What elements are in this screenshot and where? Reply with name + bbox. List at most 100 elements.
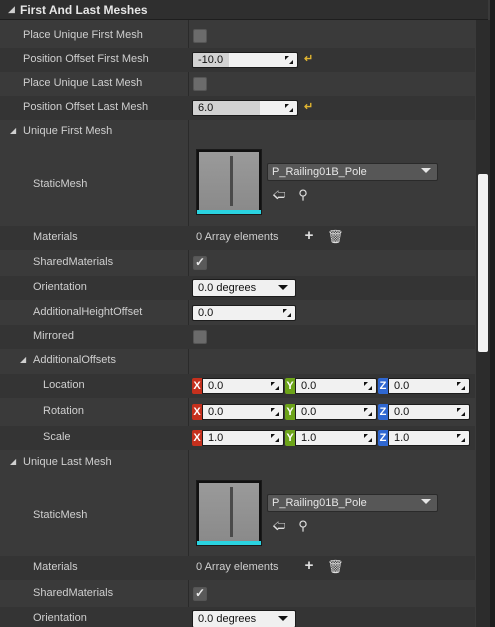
group-label: Unique Last Mesh (23, 456, 112, 468)
drag-handle-icon[interactable] (282, 308, 292, 318)
asset-type-underline (197, 541, 261, 545)
field-value: 1.0 (394, 432, 410, 444)
location-y-field[interactable]: 0.0 (295, 378, 377, 394)
position-offset-first-mesh-field[interactable]: -10.0 (192, 52, 298, 68)
drag-handle-icon[interactable] (284, 55, 294, 65)
property-label: Place Unique First Mesh (23, 29, 143, 41)
drag-handle-icon[interactable] (363, 381, 373, 391)
row-last-orientation: Orientation 0.0 degrees (0, 607, 475, 627)
drag-handle-icon[interactable] (270, 433, 280, 443)
use-selected-arrow-icon[interactable]: 🢠 (272, 519, 286, 533)
location-z-field[interactable]: 0.0 (388, 378, 470, 394)
chevron-down-icon (278, 616, 288, 621)
rotation-y-field[interactable]: 0.0 (295, 404, 377, 420)
asset-type-underline (197, 210, 261, 214)
axis-z-label: Z (378, 378, 388, 394)
scale-y-field[interactable]: 1.0 (295, 430, 377, 446)
rotation-z-field[interactable]: 0.0 (388, 404, 470, 420)
add-element-icon[interactable]: + (302, 558, 316, 573)
row-additional-offsets[interactable]: ◢ AdditionalOffsets (0, 349, 475, 373)
static-mesh-combo[interactable]: P_Railing01B_Pole (267, 494, 438, 512)
property-label: Location (43, 379, 85, 391)
browse-search-icon[interactable]: ⚲ (296, 519, 310, 533)
trash-icon[interactable]: 🗑 (327, 230, 344, 244)
reset-to-default-icon[interactable]: ↵ (304, 52, 313, 65)
mesh-thumbnail[interactable] (196, 480, 262, 546)
field-value: 0.0 (198, 307, 214, 319)
orientation-dropdown[interactable]: 0.0 degrees (192, 610, 296, 627)
row-last-static-mesh: StaticMesh P_Railing01B_Pole 🢠 ⚲ (0, 475, 475, 555)
drag-handle-icon[interactable] (284, 103, 294, 113)
axis-z-label: Z (378, 430, 388, 446)
property-label: Materials (33, 231, 78, 243)
static-mesh-combo[interactable]: P_Railing01B_Pole (267, 163, 438, 181)
section-header[interactable]: ◢ First And Last Meshes (0, 0, 488, 20)
axis-y-label: Y (285, 378, 295, 394)
drag-handle-icon[interactable] (456, 433, 466, 443)
row-position-offset-first-mesh: Position Offset First Mesh -10.0 ↵ (0, 48, 475, 72)
row-unique-first-mesh[interactable]: ◢ Unique First Mesh (0, 120, 475, 144)
drag-handle-icon[interactable] (456, 407, 466, 417)
trash-icon[interactable]: 🗑 (327, 560, 344, 574)
asset-name: P_Railing01B_Pole (272, 166, 367, 178)
scale-z-field[interactable]: 1.0 (388, 430, 470, 446)
row-unique-last-mesh[interactable]: ◢ Unique Last Mesh (0, 451, 475, 475)
chevron-down-icon (278, 285, 288, 290)
drag-handle-icon[interactable] (363, 407, 373, 417)
drag-handle-icon[interactable] (270, 407, 280, 417)
field-value: 1.0 (208, 432, 224, 444)
position-offset-last-mesh-field[interactable]: 6.0 (192, 100, 298, 116)
field-value: 0.0 (301, 406, 317, 418)
shared-materials-checkbox[interactable]: ✓ (193, 586, 207, 601)
rotation-x-field[interactable]: 0.0 (202, 404, 284, 420)
browse-search-icon[interactable]: ⚲ (296, 188, 310, 202)
row-first-height-offset: AdditionalHeightOffset 0.0 (0, 301, 475, 325)
row-first-materials: Materials 0 Array elements + 🗑 (0, 226, 475, 250)
rotation-z-group: Z 0.0 (378, 404, 470, 420)
scale-z-group: Z 1.0 (378, 430, 470, 446)
panel-edge (490, 0, 495, 627)
field-value: 1.0 (301, 432, 317, 444)
drag-handle-icon[interactable] (456, 381, 466, 391)
property-label: Materials (33, 561, 78, 573)
location-x-field[interactable]: 0.0 (202, 378, 284, 394)
property-label: Rotation (43, 405, 84, 417)
additional-height-offset-field[interactable]: 0.0 (192, 305, 296, 321)
collapse-arrow-icon[interactable]: ◢ (8, 4, 18, 14)
scale-x-field[interactable]: 1.0 (202, 430, 284, 446)
chevron-down-icon (421, 168, 431, 173)
shared-materials-checkbox[interactable]: ✓ (193, 255, 207, 270)
mesh-thumbnail[interactable] (196, 149, 262, 215)
reset-to-default-icon[interactable]: ↵ (304, 100, 313, 113)
group-label: AdditionalOffsets (33, 354, 116, 366)
add-element-icon[interactable]: + (302, 228, 316, 243)
materials-value: 0 Array elements (196, 561, 279, 573)
pole-mesh-preview (230, 487, 233, 537)
property-label: Place Unique Last Mesh (23, 77, 143, 89)
row-first-static-mesh: StaticMesh P_Railing01B_Pole 🢠 ⚲ (0, 144, 475, 224)
axis-x-label: X (192, 378, 202, 394)
place-unique-last-mesh-checkbox[interactable] (193, 77, 207, 91)
dropdown-value: 0.0 degrees (198, 613, 257, 625)
property-label: Position Offset First Mesh (23, 53, 149, 65)
orientation-dropdown[interactable]: 0.0 degrees (192, 279, 296, 297)
row-rotation: Rotation X 0.0 Y 0.0 Z 0.0 (0, 400, 475, 424)
axis-x-label: X (192, 430, 202, 446)
pole-mesh-preview (230, 156, 233, 206)
use-selected-arrow-icon[interactable]: 🢠 (272, 188, 286, 202)
property-label: Position Offset Last Mesh (23, 101, 149, 113)
drag-handle-icon[interactable] (363, 433, 373, 443)
mirrored-checkbox[interactable] (193, 330, 207, 344)
row-first-mirrored: Mirrored (0, 325, 475, 349)
location-z-group: Z 0.0 (378, 378, 470, 394)
expand-arrow-icon[interactable]: ◢ (10, 126, 16, 135)
expand-arrow-icon[interactable]: ◢ (20, 355, 26, 364)
chevron-down-icon (421, 499, 431, 504)
scrollbar-thumb[interactable] (478, 174, 488, 352)
drag-handle-icon[interactable] (270, 381, 280, 391)
expand-arrow-icon[interactable]: ◢ (10, 457, 16, 466)
axis-y-label: Y (285, 430, 295, 446)
place-unique-first-mesh-checkbox[interactable] (193, 29, 207, 43)
checkmark-icon: ✓ (195, 586, 206, 600)
field-value: 0.0 (208, 380, 224, 392)
